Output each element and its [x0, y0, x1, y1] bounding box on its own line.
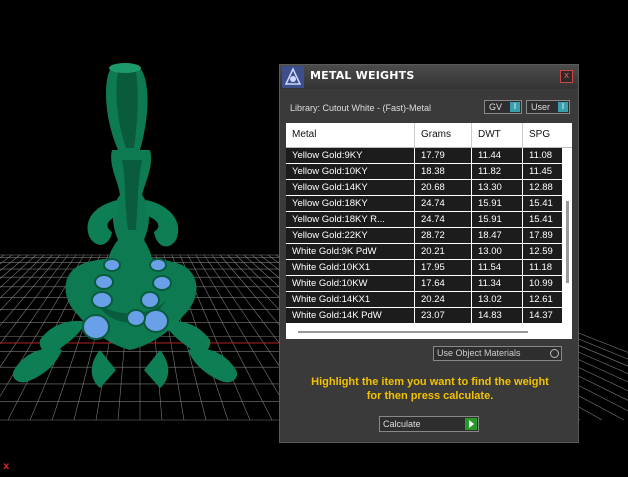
cell-spg: 11.08: [529, 150, 553, 161]
cell-spg: 14.37: [529, 310, 553, 321]
table-row[interactable]: White Gold:10KW 17.64 11.34 10.99: [286, 276, 562, 292]
play-arrow-icon: [465, 418, 477, 430]
cell-spg: 15.41: [529, 214, 553, 225]
table-row[interactable]: Yellow Gold:9KY 17.79 11.44 11.08: [286, 148, 562, 164]
close-button[interactable]: x: [560, 70, 573, 83]
cell-metal: Yellow Gold:9KY: [286, 148, 415, 163]
cell-spg: 11.45: [529, 166, 553, 177]
cell-grams: 20.21: [415, 244, 472, 259]
dialog-title: METAL WEIGHTS: [310, 69, 415, 82]
instruction-line-2: for then press calculate.: [366, 390, 494, 402]
cell-grams: 20.68: [415, 180, 472, 195]
cell-metal: White Gold:10KW: [286, 276, 415, 291]
cell-dwt: 11.34: [472, 276, 523, 291]
radio-icon[interactable]: [550, 349, 559, 358]
table-row[interactable]: White Gold:14K PdW 23.07 14.83 14.37: [286, 308, 562, 324]
cell-grams: 28.72: [415, 228, 472, 243]
cell-dwt: 11.54: [472, 260, 523, 275]
cell-dwt: 14.83: [472, 308, 523, 323]
cell-spg: 12.61: [529, 294, 553, 305]
library-label: Library: Cutout White - (Fast)-Metal: [290, 103, 432, 113]
cell-grams: 24.74: [415, 212, 472, 227]
table-horizontal-scrollbar[interactable]: [286, 327, 572, 339]
cell-spg: 17.89: [529, 230, 553, 241]
cell-metal: Yellow Gold:18KY: [286, 196, 415, 211]
calculate-label: Calculate: [383, 419, 421, 429]
cell-dwt: 11.82: [472, 164, 523, 179]
dialog-titlebar[interactable]: METAL WEIGHTS x: [280, 65, 578, 89]
table-row[interactable]: Yellow Gold:18KY 24.74 15.91 15.41: [286, 196, 562, 212]
table-row[interactable]: White Gold:9K PdW 20.21 13.00 12.59: [286, 244, 562, 260]
table-row[interactable]: Yellow Gold:14KY 20.68 13.30 12.88: [286, 180, 562, 196]
cell-metal: Yellow Gold:10KY: [286, 164, 415, 179]
cell-spg: 11.18: [529, 262, 553, 273]
cell-metal: White Gold:14K PdW: [286, 308, 415, 323]
table-body: Yellow Gold:9KY 17.79 11.44 11.08 Yellow…: [286, 148, 562, 324]
column-header-grams[interactable]: Grams: [415, 123, 472, 147]
cell-metal: Yellow Gold:22KY: [286, 228, 415, 243]
cell-grams: 23.07: [415, 308, 472, 323]
cell-metal: Yellow Gold:18KY R...: [286, 212, 415, 227]
table-row[interactable]: Yellow Gold:18KY R... 24.74 15.91 15.41: [286, 212, 562, 228]
x-axis-label: x: [3, 461, 10, 472]
cell-dwt: 13.30: [472, 180, 523, 195]
cell-grams: 17.95: [415, 260, 472, 275]
use-object-materials-label: Use Object Materials: [437, 348, 521, 358]
vertical-scroll-thumb[interactable]: [566, 201, 569, 283]
cell-spg: 10.99: [529, 278, 553, 289]
cell-metal: Yellow Gold:14KY: [286, 180, 415, 195]
cell-spg: 12.88: [529, 182, 553, 193]
scorpion-pendant-model[interactable]: [12, 63, 238, 388]
metal-weights-dialog: METAL WEIGHTS x Library: Cutout White - …: [279, 64, 579, 443]
instruction-line-1: Highlight the item you want to find the …: [311, 376, 549, 388]
table-header: Metal Grams DWT SPG: [286, 123, 572, 148]
cell-metal: White Gold:10KX1: [286, 260, 415, 275]
instruction-text: Highlight the item you want to find the …: [290, 375, 570, 403]
cell-metal: White Gold:9K PdW: [286, 244, 415, 259]
gv-toggle-knob: I: [510, 102, 520, 112]
cell-spg: 15.41: [529, 198, 553, 209]
cell-grams: 24.74: [415, 196, 472, 211]
horizontal-scroll-thumb[interactable]: [298, 331, 528, 333]
use-object-materials-toggle[interactable]: Use Object Materials: [433, 346, 562, 361]
table-row[interactable]: White Gold:10KX1 17.95 11.54 11.18: [286, 260, 562, 276]
app-logo-icon: [282, 66, 304, 88]
cell-spg: 12.59: [529, 246, 553, 257]
cell-grams: 17.64: [415, 276, 472, 291]
cell-metal: White Gold:14KX1: [286, 292, 415, 307]
table-vertical-scrollbar[interactable]: [564, 149, 570, 324]
table-row[interactable]: Yellow Gold:22KY 28.72 18.47 17.89: [286, 228, 562, 244]
gv-toggle[interactable]: GV I: [484, 100, 522, 114]
cell-dwt: 15.91: [472, 196, 523, 211]
user-toggle-label: User: [531, 102, 551, 112]
metal-weights-table: Metal Grams DWT SPG Yellow Gold:9KY 17.7…: [286, 123, 572, 339]
cell-grams: 20.24: [415, 292, 472, 307]
cell-dwt: 13.02: [472, 292, 523, 307]
table-row[interactable]: Yellow Gold:10KY 18.38 11.82 11.45: [286, 164, 562, 180]
cell-dwt: 11.44: [472, 148, 523, 163]
cell-dwt: 15.91: [472, 212, 523, 227]
calculate-button[interactable]: Calculate: [379, 416, 479, 432]
gv-toggle-label: GV: [489, 102, 503, 112]
column-header-spg[interactable]: SPG: [523, 123, 572, 147]
cell-dwt: 13.00: [472, 244, 523, 259]
cell-grams: 17.79: [415, 148, 472, 163]
cell-dwt: 18.47: [472, 228, 523, 243]
table-row[interactable]: White Gold:14KX1 20.24 13.02 12.61: [286, 292, 562, 308]
column-header-metal[interactable]: Metal: [286, 123, 415, 147]
cell-grams: 18.38: [415, 164, 472, 179]
column-header-dwt[interactable]: DWT: [472, 123, 523, 147]
user-toggle-knob: I: [558, 102, 568, 112]
user-toggle[interactable]: User I: [526, 100, 570, 114]
